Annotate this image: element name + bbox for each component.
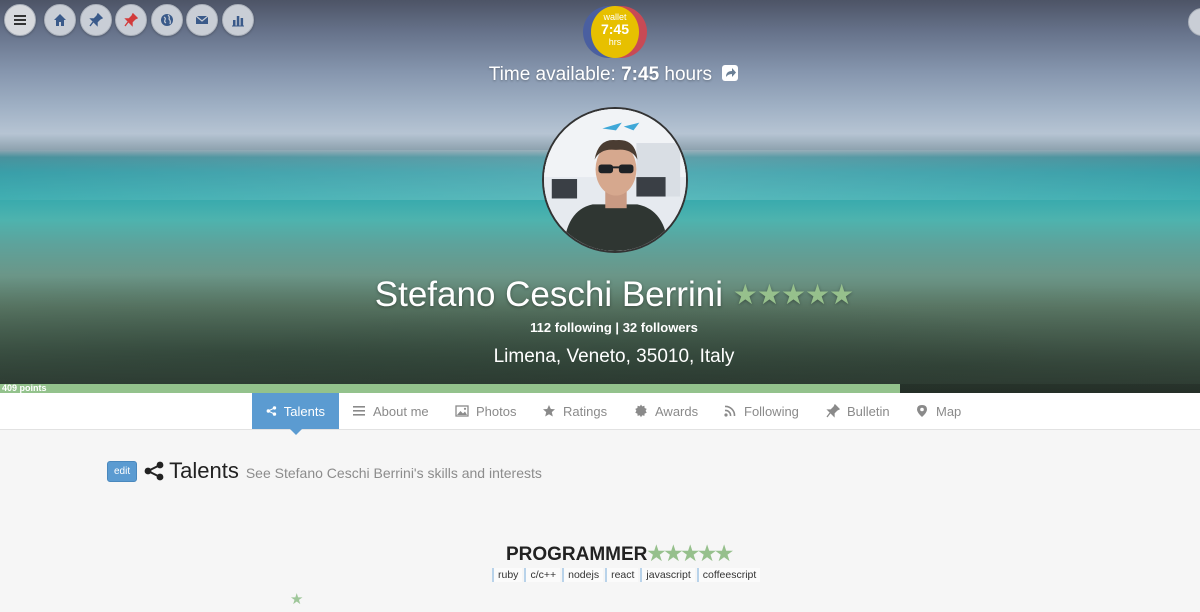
stats-button[interactable] — [221, 4, 254, 36]
pin-red-icon — [124, 13, 138, 27]
tab-following[interactable]: Following — [723, 393, 799, 429]
section-subtitle: See Stefano Ceschi Berrini's skills and … — [245, 465, 542, 481]
tab-label: Photos — [476, 403, 517, 419]
rating-star-icon: ★ — [290, 591, 304, 608]
talent-heading: PROGRAMMER★★★★★ — [0, 541, 1200, 566]
pin-button[interactable] — [79, 4, 112, 36]
profile-name: Stefano Ceschi Berrini — [374, 275, 723, 314]
tab-map[interactable]: Map — [915, 393, 961, 429]
points-progress-fill — [0, 384, 900, 393]
list-icon — [353, 406, 365, 416]
points-label: 409 points — [2, 383, 47, 393]
image-icon — [455, 405, 469, 417]
home-icon — [54, 14, 66, 26]
map-marker-icon — [917, 405, 927, 417]
share-icon — [266, 406, 277, 416]
wallet-hours: 7:45 — [600, 21, 630, 37]
talent-tag[interactable]: javascript — [640, 568, 695, 582]
pin-icon — [88, 13, 103, 27]
tab-label: Bulletin — [847, 403, 890, 419]
time-label: Time available: — [488, 64, 616, 85]
share-out-icon[interactable] — [721, 64, 739, 82]
star-icon — [543, 405, 555, 417]
talent-rating-stars: ★★★★★ — [647, 543, 733, 565]
tab-label: About me — [373, 403, 429, 419]
talent-tag[interactable]: c/c++ — [524, 568, 561, 582]
talents-section-header: edit Talents See Stefano Ceschi Berrini'… — [107, 458, 542, 484]
globe-button[interactable] — [150, 4, 183, 36]
top-nav — [4, 4, 257, 36]
rss-icon — [724, 405, 736, 417]
home-button[interactable] — [44, 4, 76, 36]
points-progress-bar: 409 points — [0, 383, 1200, 393]
tab-label: Awards — [655, 403, 699, 419]
talent-tag[interactable]: nodejs — [562, 568, 604, 582]
profile-name-line: Stefano Ceschi Berrini ★★★★★ — [0, 275, 1200, 315]
share-icon — [144, 461, 164, 481]
followers-count[interactable]: 32 followers — [623, 320, 698, 335]
profile-rating-stars: ★★★★★ — [732, 279, 855, 310]
talent-tag[interactable]: coffeescript — [696, 568, 761, 582]
wallet-coin: wallet 7:45 hrs — [591, 6, 639, 58]
tab-talents[interactable]: Talents — [252, 393, 339, 435]
time-value: 7:45 — [621, 64, 660, 85]
following-count[interactable]: 112 following — [530, 320, 612, 335]
pin-icon — [826, 404, 840, 418]
tab-bulletin[interactable]: Bulletin — [826, 393, 890, 429]
avatar[interactable] — [542, 107, 688, 253]
mail-button[interactable] — [186, 4, 218, 36]
tab-photos[interactable]: Photos — [455, 393, 516, 429]
profile-location: Limena, Veneto, 35010, Italy — [493, 346, 735, 367]
follow-stats: 112 following | 32 followers — [0, 320, 1200, 335]
user-menu-button[interactable] — [1188, 8, 1200, 36]
profile-cover: wallet 7:45 hrs Time available: 7:45 hou… — [0, 0, 1200, 393]
talent-name: PROGRAMMER — [505, 544, 648, 565]
section-title: Talents — [169, 458, 239, 483]
avatar-photo — [544, 109, 686, 251]
tab-label: Ratings — [563, 403, 608, 419]
award-icon — [635, 404, 647, 418]
menu-icon — [14, 15, 26, 25]
globe-icon — [160, 14, 173, 26]
tab-ratings[interactable]: Ratings — [542, 393, 607, 429]
pin-red-button[interactable] — [115, 4, 147, 36]
profile-tabs: Talents About me Photos Ratings Awards F… — [0, 393, 1200, 435]
tab-about-me[interactable]: About me — [352, 393, 429, 429]
tab-label: Following — [744, 403, 799, 419]
talent-tags: ruby c/c++ nodejs react javascript coffeescri… — [492, 568, 762, 582]
talent-tag[interactable]: react — [605, 568, 639, 582]
tab-label: Talents — [283, 403, 325, 419]
wallet-badge[interactable]: wallet 7:45 hrs — [583, 6, 647, 58]
mail-icon — [195, 15, 209, 24]
talent-tag[interactable]: ruby — [492, 568, 523, 582]
tab-awards[interactable]: Awards — [634, 393, 698, 429]
tab-label: Map — [936, 403, 962, 419]
menu-button[interactable] — [4, 4, 36, 36]
follow-separator: | — [615, 320, 620, 335]
time-unit: hours — [664, 64, 712, 85]
time-available: Time available: 7:45 hours — [0, 64, 1200, 86]
edit-button[interactable]: edit — [107, 460, 138, 482]
wallet-unit: hrs — [608, 37, 622, 47]
stats-icon — [231, 16, 244, 27]
